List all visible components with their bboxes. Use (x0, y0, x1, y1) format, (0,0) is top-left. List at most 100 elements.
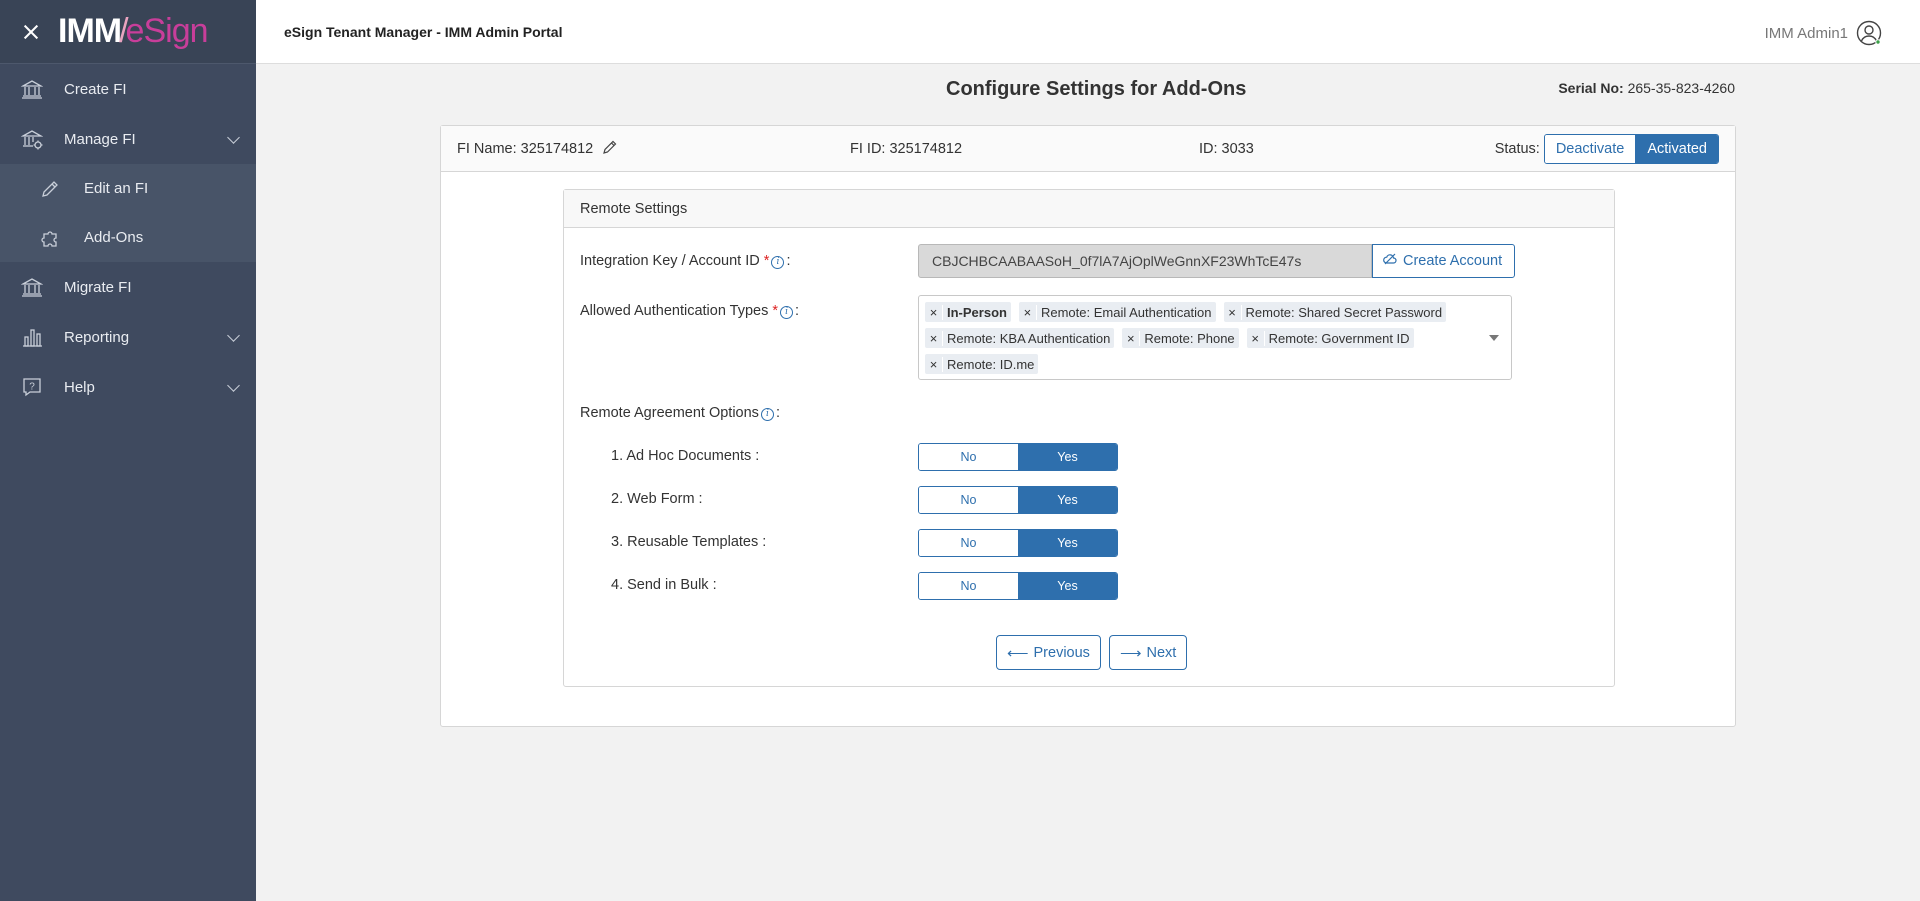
tag-label: Remote: ID.me (947, 356, 1035, 372)
tag-label: Remote: Email Authentication (1040, 304, 1212, 320)
sidebar-item-label: Reporting (64, 328, 130, 346)
puzzle-icon (38, 226, 62, 250)
sidebar-item-label: Create FI (64, 80, 127, 98)
top-bar: eSign Tenant Manager - IMM Admin Portal … (256, 0, 1920, 64)
brand-bar: IMM / eSign (0, 0, 256, 64)
sidebar-item-label: Migrate FI (64, 278, 132, 296)
auth-tag: × Remote: Phone (1122, 328, 1239, 348)
auth-types-label-text: Allowed Authentication Types (580, 303, 769, 319)
sidebar-item-create-fi[interactable]: Create FI (0, 64, 256, 114)
send-bulk-yes-button[interactable]: Yes (1018, 573, 1117, 599)
close-icon[interactable] (20, 21, 42, 43)
logo-esign: eSign (125, 12, 209, 50)
remove-tag-icon[interactable]: × (1019, 304, 1037, 320)
arrow-left-icon: ⟵ (1007, 644, 1029, 662)
svg-text:?: ? (29, 382, 35, 393)
next-label: Next (1146, 644, 1177, 661)
label-colon: : (795, 303, 800, 319)
integration-key-input[interactable]: CBJCHBCAABAASoH_0f7lA7AjOplWeGnnXF23WhTc… (918, 244, 1372, 278)
page-title: Configure Settings for Add-Ons (946, 78, 1247, 100)
sidebar-item-reporting[interactable]: Reporting (0, 312, 256, 362)
web-form-no-button[interactable]: No (919, 487, 1018, 513)
cloud-icon (1383, 253, 1397, 269)
deactivate-button[interactable]: Deactivate (1544, 135, 1636, 163)
agreement-options-label-text: Remote Agreement Options (580, 405, 759, 421)
status-group: Status: Deactivate Activated (1495, 134, 1719, 164)
ad-hoc-no-button[interactable]: No (919, 444, 1018, 470)
info-icon[interactable]: i (771, 256, 785, 269)
serial-number: Serial No: 265-35-823-4260 (1558, 80, 1735, 96)
ad-hoc-yes-button[interactable]: Yes (1018, 444, 1117, 470)
label-colon: : (786, 253, 791, 269)
option-reusable-templates-label: 3. Reusable Templates : (611, 534, 767, 550)
auth-tag: × Remote: Shared Secret Password (1223, 302, 1447, 322)
tag-label: Remote: Phone (1144, 330, 1235, 346)
chevron-down-icon (227, 379, 240, 392)
remove-tag-icon[interactable]: × (925, 356, 943, 372)
auth-types-label: Allowed Authentication Types * i: (580, 303, 799, 319)
required-marker: * (763, 253, 770, 269)
serial-label: Serial No: (1558, 80, 1624, 96)
reusable-templates-yes-button[interactable]: Yes (1018, 530, 1117, 556)
auth-tag: × Remote: KBA Authentication (925, 328, 1115, 348)
option-web-form-toggle: No Yes (918, 486, 1118, 514)
tag-label: Remote: KBA Authentication (947, 330, 1111, 346)
option-web-form-label: 2. Web Form : (611, 491, 703, 507)
option-reusable-templates-toggle: No Yes (918, 529, 1118, 557)
sidebar-item-label: Manage FI (64, 130, 136, 148)
sidebar-item-help[interactable]: ? Help (0, 362, 256, 412)
info-icon[interactable]: i (780, 306, 794, 319)
pencil-icon (38, 177, 62, 201)
tag-label: Remote: Government ID (1268, 330, 1410, 346)
sidebar-item-manage-fi[interactable]: Manage FI (0, 114, 256, 164)
option-ad-hoc-label: 1. Ad Hoc Documents : (611, 448, 760, 464)
manage-fi-submenu: Edit an FI Add-Ons (0, 164, 256, 262)
create-account-label: Create Account (1403, 253, 1503, 269)
logo-imm: IMM (58, 12, 122, 50)
remove-tag-icon[interactable]: × (925, 330, 943, 346)
remote-settings-title: Remote Settings (564, 190, 1614, 228)
user-name: IMM Admin1 (1764, 24, 1848, 42)
sidebar-item-add-ons[interactable]: Add-Ons (0, 213, 256, 262)
auth-types-multiselect[interactable]: × In-Person × Remote: Email Authentication… (918, 295, 1512, 380)
dropdown-caret-icon[interactable] (1489, 335, 1499, 341)
tag-row: × Remote: KBA Authentication × Remote: Pho… (925, 325, 1505, 351)
sidebar: IMM / eSign Create FI Manage FI Edit an FI… (0, 0, 256, 901)
tag-row: × In-Person × Remote: Email Authentication… (925, 299, 1505, 325)
agreement-options-label: Remote Agreement Options i: (580, 405, 780, 421)
previous-label: Previous (1033, 644, 1090, 661)
previous-button[interactable]: ⟵ Previous (996, 635, 1101, 670)
web-form-yes-button[interactable]: Yes (1018, 487, 1117, 513)
user-avatar-icon (1856, 20, 1882, 46)
activated-button[interactable]: Activated (1635, 135, 1718, 163)
status-toggle: Deactivate Activated (1543, 134, 1719, 164)
bank-icon (20, 77, 44, 101)
remove-tag-icon[interactable]: × (1247, 330, 1265, 346)
option-send-bulk-toggle: No Yes (918, 572, 1118, 600)
fi-id: FI ID: 325174812 (850, 141, 963, 157)
integration-key-label: Integration Key / Account ID * i: (580, 253, 790, 269)
tag-label: Remote: Shared Secret Password (1245, 304, 1443, 320)
help-icon: ? (20, 375, 44, 399)
create-account-button[interactable]: Create Account (1372, 244, 1516, 278)
remove-tag-icon[interactable]: × (1122, 330, 1141, 346)
remote-settings-panel: Remote Settings Integration Key / Accoun… (563, 189, 1615, 687)
user-menu[interactable]: IMM Admin1 (1765, 20, 1882, 46)
reusable-templates-no-button[interactable]: No (919, 530, 1018, 556)
remove-tag-icon[interactable]: × (925, 304, 943, 320)
bank-settings-icon (20, 127, 44, 151)
arrow-right-icon: ⟶ (1120, 644, 1142, 662)
fi-name: FI Name: 325174812 (457, 139, 618, 159)
next-button[interactable]: ⟶ Next (1109, 635, 1188, 670)
fi-info-bar: FI Name: 325174812 FI ID: 325174812 ID: … (441, 126, 1735, 172)
sidebar-item-migrate-fi[interactable]: Migrate FI (0, 262, 256, 312)
sidebar-item-edit-fi[interactable]: Edit an FI (0, 164, 256, 213)
sidebar-item-label: Help (64, 378, 95, 396)
serial-value: 265-35-823-4260 (1627, 80, 1735, 96)
remove-tag-icon[interactable]: × (1224, 304, 1242, 320)
info-icon[interactable]: i (760, 408, 774, 421)
edit-name-pencil-icon[interactable] (602, 139, 618, 159)
required-marker: * (772, 303, 779, 319)
record-id: ID: 3033 (1199, 141, 1254, 157)
send-bulk-no-button[interactable]: No (919, 573, 1018, 599)
